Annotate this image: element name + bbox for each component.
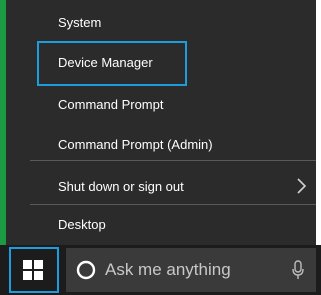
taskbar: Ask me anything: [0, 245, 321, 295]
menu-item-system[interactable]: System: [6, 4, 316, 40]
cortana-circle-icon: [76, 260, 96, 280]
menu-item-label: Shut down or sign out: [58, 178, 184, 194]
microphone-icon[interactable]: [292, 260, 304, 280]
menu-item-shut-down[interactable]: Shut down or sign out: [6, 168, 316, 204]
search-box[interactable]: Ask me anything: [66, 248, 316, 292]
menu-item-command-prompt-admin[interactable]: Command Prompt (Admin): [6, 126, 316, 162]
menu-item-label: System: [58, 14, 102, 30]
search-placeholder: Ask me anything: [105, 260, 231, 279]
menu-item-desktop[interactable]: Desktop: [6, 206, 316, 242]
menu-item-label: Command Prompt: [58, 96, 164, 112]
menu-item-label: Desktop: [58, 216, 106, 232]
start-button[interactable]: [0, 245, 62, 295]
chevron-right-icon: [297, 178, 307, 194]
menu-divider: [30, 204, 316, 205]
menu-item-command-prompt[interactable]: Command Prompt: [6, 86, 316, 122]
menu-item-label: Command Prompt (Admin): [58, 136, 213, 152]
start-button-highlight-box: [9, 247, 59, 293]
device-manager-highlight-box: [37, 41, 187, 86]
winx-context-menu: System Device Manager Command Prompt Com…: [6, 0, 316, 245]
menu-divider: [30, 160, 316, 161]
